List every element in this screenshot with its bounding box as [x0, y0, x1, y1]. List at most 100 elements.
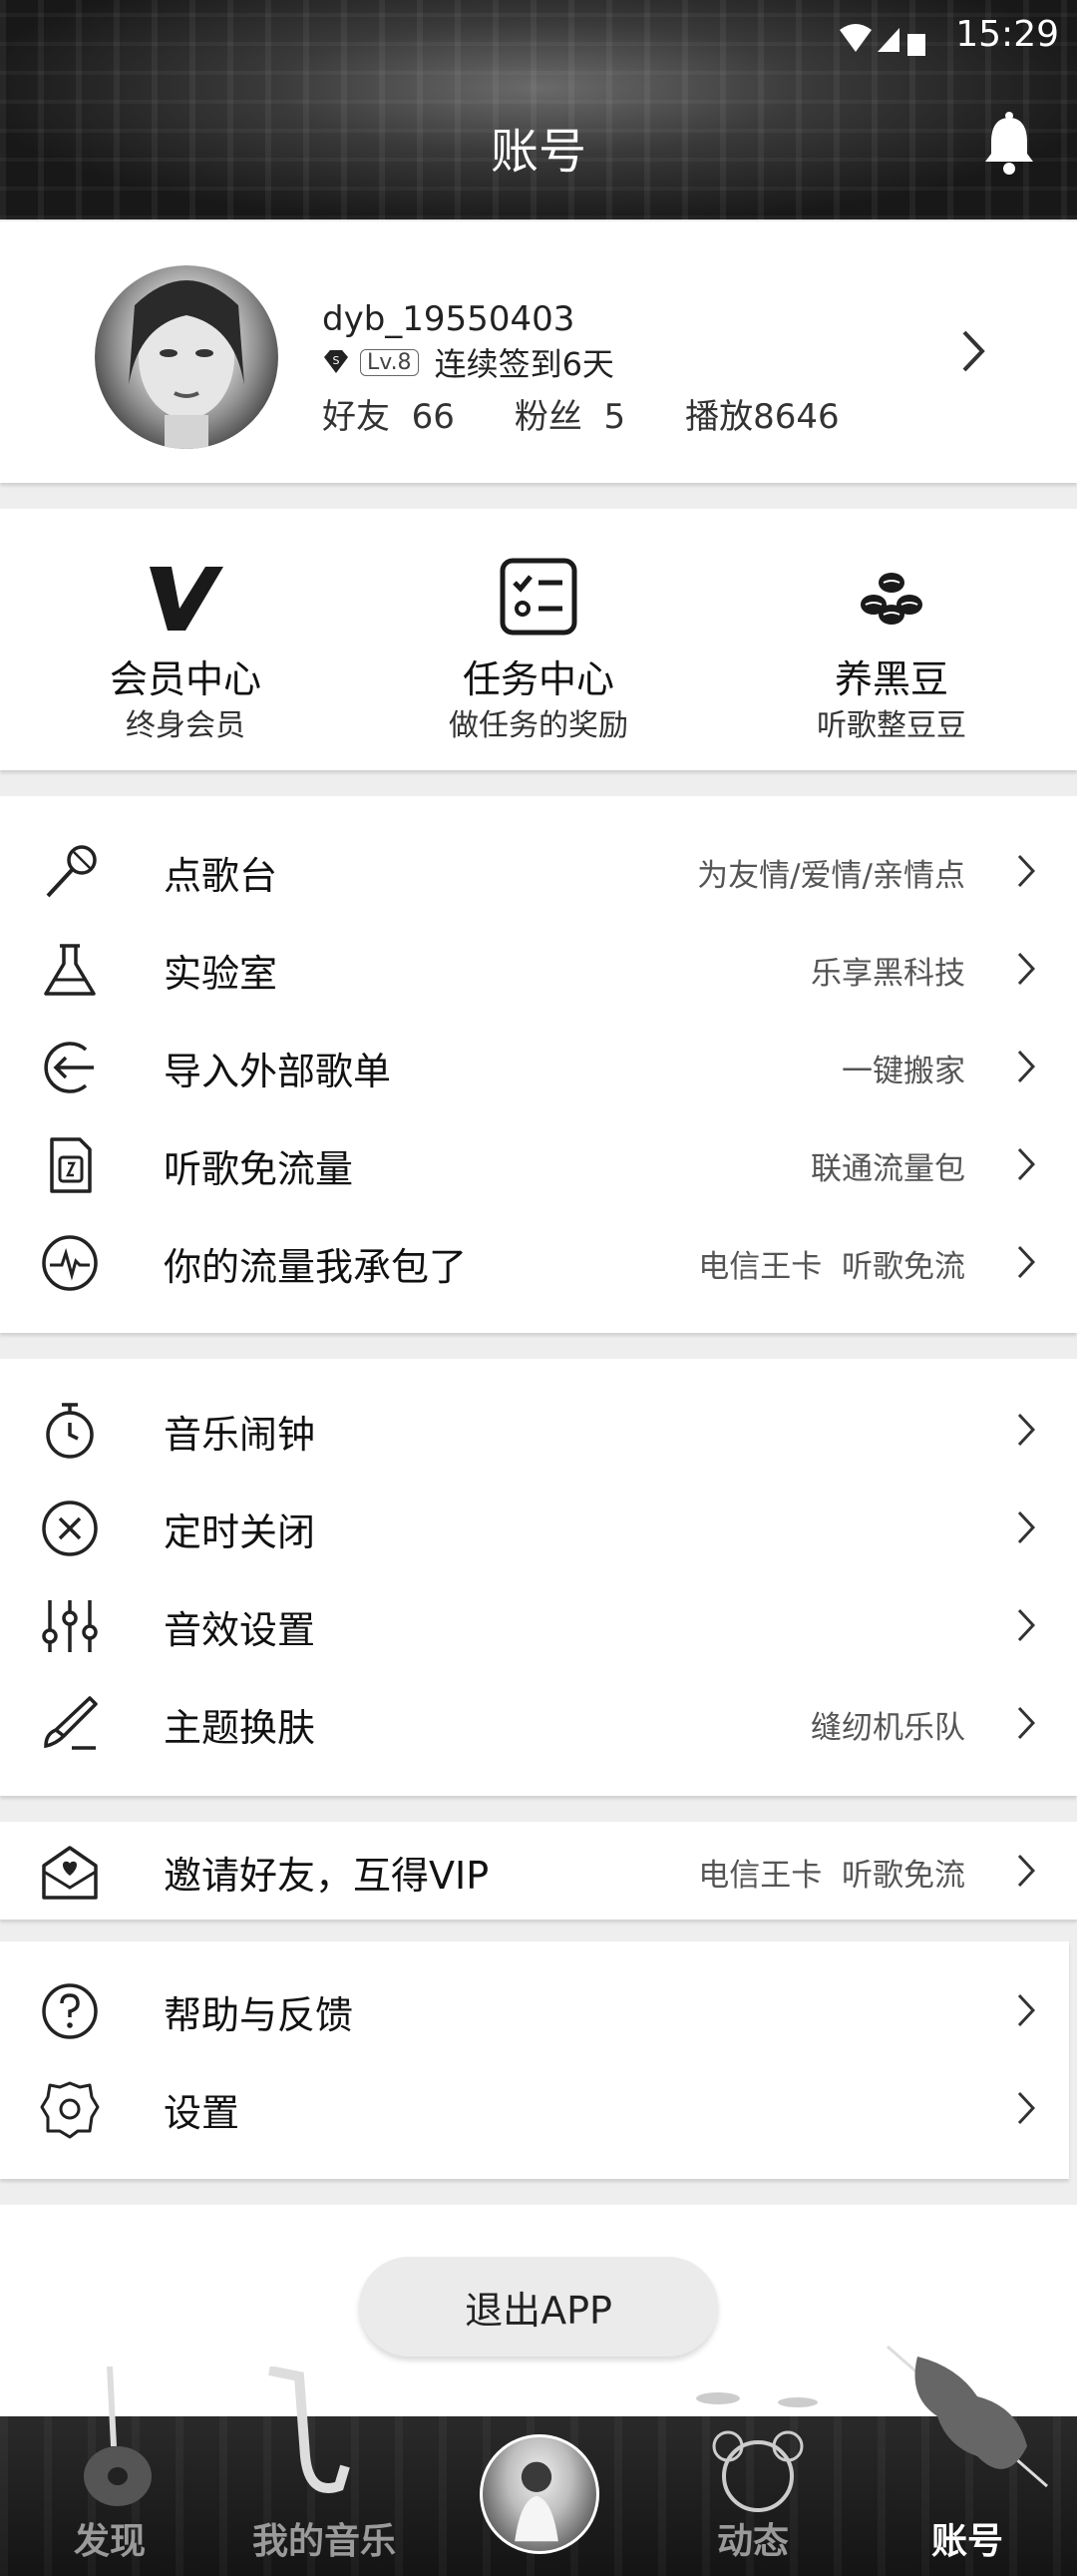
- list-item-hint: 一键搬家: [842, 1054, 965, 1089]
- bell-icon[interactable]: [979, 112, 1039, 176]
- list-item-lab[interactable]: 实验室 乐享黑科技: [0, 920, 1077, 1018]
- alarm-clock-icon: [46, 1403, 94, 1459]
- pulse-icon: [42, 1235, 98, 1291]
- list-item-hint: 为友情/爱情/亲情点: [697, 858, 965, 894]
- microphone-icon: [46, 845, 97, 898]
- checklist-icon: [500, 558, 577, 636]
- tab-my-music[interactable]: 我的音乐: [239, 2512, 409, 2564]
- drum-kit-art-icon: [696, 2392, 818, 2512]
- username: dyb_19550403: [322, 299, 575, 339]
- list-item-label: 帮助与反馈: [164, 1993, 354, 2037]
- list-item-settings[interactable]: 设置: [0, 2059, 1077, 2157]
- brush-icon: [44, 1696, 98, 1750]
- list-item-hint: 缝纫机乐队: [811, 1710, 965, 1746]
- list-item-sound-effects[interactable]: 音效设置: [0, 1576, 1077, 1674]
- invite-list: 邀请好友，互得VIP 电信王卡 听歌免流: [0, 1822, 1077, 1920]
- chevron-right-icon: [1017, 1608, 1035, 1642]
- level-row: S Lv.8 连续签到6天: [322, 341, 614, 383]
- profile-card[interactable]: dyb_19550403 S Lv.8 连续签到6天 好友 66 粉丝 5 播放…: [0, 221, 1077, 483]
- avatar[interactable]: [95, 265, 278, 449]
- list-item-hint: 电信王卡 听歌免流: [698, 1858, 965, 1894]
- help-settings-list: 帮助与反馈 设置: [0, 1941, 1069, 2179]
- saxophone-art-icon: [268, 2366, 350, 2493]
- chevron-right-icon: [1017, 1147, 1035, 1181]
- plays-stat[interactable]: 播放8646: [685, 389, 840, 438]
- equalizer-icon: [42, 1600, 98, 1652]
- chevron-right-icon: [1017, 1510, 1035, 1544]
- task-center-title: 任务中心: [462, 657, 614, 701]
- list-item-data-package[interactable]: 你的流量我承包了 电信王卡 听歌免流: [0, 1213, 1077, 1311]
- list-item-label: 邀请好友，互得VIP: [164, 1854, 490, 1898]
- vip-center-title: 会员中心: [109, 657, 261, 701]
- svg-text:S: S: [333, 354, 340, 367]
- list-item-help-feedback[interactable]: 帮助与反馈: [0, 1961, 1077, 2059]
- invite-envelope-icon: [42, 1846, 98, 1900]
- vip-center-subtitle: 终身会员: [126, 708, 245, 743]
- list-item-sleep-timer[interactable]: 定时关闭: [0, 1479, 1077, 1576]
- chevron-right-icon: [1017, 1993, 1035, 2027]
- chevron-right-icon: [1017, 1245, 1035, 1279]
- chevron-right-icon: [1017, 1854, 1035, 1888]
- help-icon: [42, 1983, 98, 2039]
- list-item-hint: 电信王卡 听歌免流: [698, 1249, 965, 1285]
- settings-list-1: 音乐闹钟 定时关闭 音效设置 主题换肤 缝纫机乐队: [0, 1359, 1077, 1796]
- list-item-label: 导入外部歌单: [164, 1050, 392, 1093]
- tab-discover[interactable]: 发现: [60, 2512, 160, 2564]
- chevron-right-icon: [1017, 854, 1035, 888]
- vip-v-icon: [150, 567, 223, 631]
- task-center-button[interactable]: 任务中心 做任务的奖励: [359, 509, 718, 770]
- tab-account[interactable]: 账号: [917, 2512, 1017, 2564]
- guitar-art-icon: [84, 2366, 152, 2506]
- list-item-label: 音乐闹钟: [164, 1413, 316, 1457]
- features-card: 会员中心 终身会员 任务中心 做任务的奖励 养黑豆 听歌整豆豆: [0, 509, 1077, 770]
- list-item-label: 点歌台: [164, 854, 278, 898]
- chevron-right-icon: [962, 330, 985, 372]
- black-bean-button[interactable]: 养黑豆 听歌整豆豆: [712, 509, 1071, 770]
- flask-icon: [44, 944, 96, 996]
- chevron-right-icon: [1017, 1050, 1035, 1083]
- violin-art-icon: [887, 2345, 1048, 2488]
- list-item-free-data[interactable]: 听歌免流量 联通流量包: [0, 1115, 1077, 1213]
- import-arrow-icon: [44, 1042, 94, 1093]
- list-item-theme-skin[interactable]: 主题换肤 缝纫机乐队: [0, 1674, 1077, 1772]
- status-time: 15:29: [955, 14, 1059, 55]
- stats-row: 好友 66 粉丝 5 播放8646: [322, 389, 899, 438]
- list-item-hint: 联通流量包: [811, 1151, 965, 1187]
- list-item-label: 你的流量我承包了: [164, 1245, 468, 1289]
- list-item-label: 定时关闭: [164, 1510, 316, 1554]
- header-banner: 15:29 账号: [0, 0, 1077, 219]
- beans-icon: [861, 573, 922, 625]
- list-item-label: 听歌免流量: [164, 1147, 354, 1191]
- services-list: 点歌台 为友情/爱情/亲情点 实验室 乐享黑科技 导入外部歌单 一键搬家 听歌免…: [0, 796, 1077, 1333]
- list-item-hint: 乐享黑科技: [811, 956, 965, 992]
- black-bean-subtitle: 听歌整豆豆: [817, 708, 966, 743]
- checkin-text: 连续签到6天: [434, 345, 614, 383]
- chevron-right-icon: [1017, 1706, 1035, 1740]
- fans-stat[interactable]: 粉丝 5: [515, 389, 625, 438]
- vip-center-button[interactable]: 会员中心 终身会员: [6, 509, 365, 770]
- logout-button[interactable]: 退出APP: [359, 2257, 718, 2357]
- level-badge: Lv.8: [360, 348, 419, 376]
- settings-icon: [40, 2081, 100, 2139]
- list-item-label: 设置: [164, 2091, 240, 2135]
- close-circle-icon: [42, 1501, 98, 1556]
- chevron-right-icon: [1017, 952, 1035, 986]
- diamond-icon: S: [324, 350, 348, 373]
- black-bean-title: 养黑豆: [834, 657, 948, 701]
- friends-stat[interactable]: 好友 66: [322, 389, 455, 438]
- list-item-label: 音效设置: [164, 1608, 316, 1652]
- list-item-label: 实验室: [164, 952, 278, 996]
- task-center-subtitle: 做任务的奖励: [449, 708, 628, 743]
- page-title: 账号: [490, 124, 586, 180]
- list-item-label: 主题换肤: [164, 1706, 316, 1750]
- chevron-right-icon: [1017, 2091, 1035, 2125]
- list-item-import-playlist[interactable]: 导入外部歌单 一键搬家: [0, 1018, 1077, 1115]
- list-item-song-request[interactable]: 点歌台 为友情/爱情/亲情点: [0, 822, 1077, 920]
- now-playing-disc[interactable]: [480, 2434, 599, 2554]
- chevron-right-icon: [1017, 1413, 1035, 1447]
- list-item-music-alarm[interactable]: 音乐闹钟: [0, 1381, 1077, 1479]
- sim-card-icon: [50, 1137, 92, 1193]
- wifi-signal-battery-icon: [840, 24, 925, 56]
- tab-activity[interactable]: 动态: [703, 2512, 803, 2564]
- list-item-invite-friends[interactable]: 邀请好友，互得VIP 电信王卡 听歌免流: [0, 1822, 1077, 1920]
